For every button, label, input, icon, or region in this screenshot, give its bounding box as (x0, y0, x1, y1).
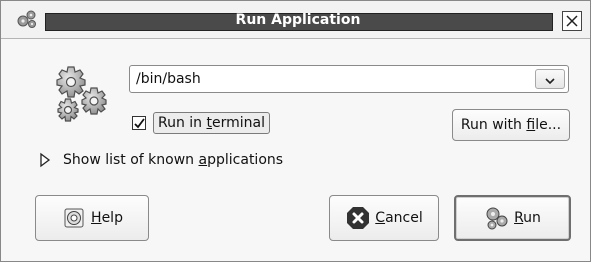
close-icon (566, 12, 578, 31)
expander-mnemonic: a (198, 152, 208, 168)
cancel-mnemonic: C (375, 210, 386, 226)
run-with-file-button[interactable]: Run with file... (452, 109, 570, 141)
window-title: Run Application (235, 12, 361, 28)
command-combo[interactable] (129, 65, 569, 93)
run-application-dialog: Run Application /bin/bash Run in termina… (0, 0, 591, 262)
run-in-terminal-label[interactable]: Run in terminal (153, 112, 271, 134)
help-label: elp (101, 210, 123, 226)
cancel-label: ancel (385, 210, 423, 226)
run-in-terminal-label-rest: erminal (212, 115, 266, 131)
run-in-terminal-label-text: Run in (158, 115, 207, 131)
run-mnemonic: R (514, 210, 524, 226)
cancel-button[interactable]: Cancel (329, 195, 439, 241)
checkmark-icon (133, 114, 145, 133)
expander-label-rest: pplications (207, 152, 284, 168)
gears-small-icon[interactable] (15, 7, 39, 31)
show-known-applications-expander[interactable]: Show list of known applications (63, 151, 283, 169)
run-with-file-label: Run with (460, 117, 527, 133)
close-button[interactable] (562, 11, 582, 31)
expander-label: Show list of known (63, 152, 199, 168)
run-with-file-mnemonic: f (526, 117, 536, 133)
chevron-down-icon (545, 70, 555, 89)
run-in-terminal-checkbox[interactable] (132, 116, 146, 130)
gears-run-icon (484, 205, 510, 231)
help-button[interactable]: Help (35, 195, 149, 241)
expander-arrow-icon[interactable] (39, 152, 51, 168)
run-button[interactable]: Run (454, 195, 571, 241)
help-icon (61, 205, 87, 231)
run-label: un (523, 210, 541, 226)
run-with-file-label-rest: ile... (535, 117, 562, 133)
help-mnemonic: H (91, 210, 102, 226)
command-input[interactable] (136, 66, 528, 92)
command-dropdown-button[interactable] (535, 69, 565, 89)
cancel-icon (345, 205, 371, 231)
title-bar[interactable]: Run Application (1, 1, 590, 39)
run-application-icon (51, 63, 111, 125)
